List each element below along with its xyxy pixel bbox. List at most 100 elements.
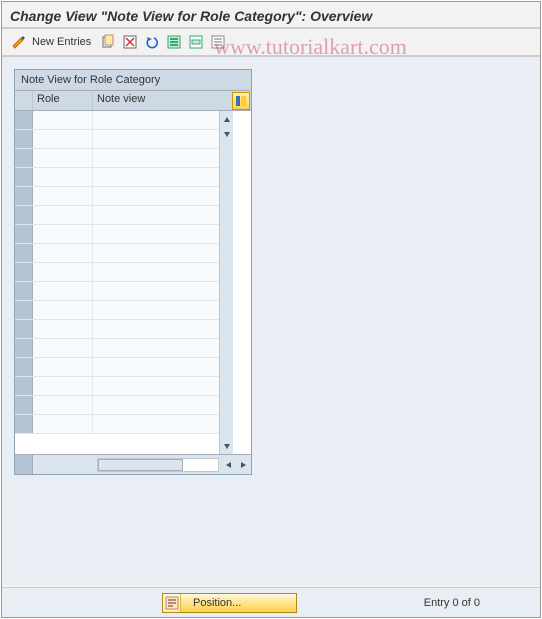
position-button[interactable]: Position... (162, 593, 297, 613)
cell-role[interactable] (33, 111, 93, 129)
row-selector[interactable] (15, 130, 33, 148)
row-selector[interactable] (15, 206, 33, 224)
table-row[interactable] (15, 301, 219, 320)
row-selector[interactable] (15, 282, 33, 300)
cell-note-view[interactable] (93, 415, 219, 433)
table-row[interactable] (15, 320, 219, 339)
content-area: Note View for Role Category Role Note vi… (2, 57, 540, 585)
table-row[interactable] (15, 377, 219, 396)
entry-count-text: Entry 0 of 0 (424, 597, 480, 609)
page-title: Change View "Note View for Role Category… (2, 2, 540, 29)
row-selector[interactable] (15, 149, 33, 167)
cell-role[interactable] (33, 244, 93, 262)
cell-note-view[interactable] (93, 301, 219, 319)
cell-note-view[interactable] (93, 244, 219, 262)
row-selector[interactable] (15, 320, 33, 338)
cell-role[interactable] (33, 358, 93, 376)
vertical-scrollbar[interactable] (219, 111, 233, 454)
table-row[interactable] (15, 111, 219, 130)
undo-change-icon[interactable] (143, 33, 161, 51)
row-selector[interactable] (15, 168, 33, 186)
row-selector[interactable] (15, 339, 33, 357)
cell-note-view[interactable] (93, 168, 219, 186)
cell-note-view[interactable] (93, 320, 219, 338)
cell-note-view[interactable] (93, 206, 219, 224)
cell-note-view[interactable] (93, 149, 219, 167)
cell-role[interactable] (33, 377, 93, 395)
cell-note-view[interactable] (93, 111, 219, 129)
table-row[interactable] (15, 282, 219, 301)
table-container: Note View for Role Category Role Note vi… (14, 69, 252, 475)
cell-role[interactable] (33, 206, 93, 224)
delete-icon[interactable] (121, 33, 139, 51)
row-selector[interactable] (15, 225, 33, 243)
cell-role[interactable] (33, 415, 93, 433)
cell-note-view[interactable] (93, 187, 219, 205)
table-row[interactable] (15, 244, 219, 263)
row-selector[interactable] (15, 187, 33, 205)
position-icon (163, 594, 181, 612)
cell-role[interactable] (33, 187, 93, 205)
cell-role[interactable] (33, 225, 93, 243)
table-row[interactable] (15, 415, 219, 434)
cell-note-view[interactable] (93, 225, 219, 243)
cell-role[interactable] (33, 282, 93, 300)
cell-role[interactable] (33, 130, 93, 148)
row-selector[interactable] (15, 396, 33, 414)
cell-note-view[interactable] (93, 396, 219, 414)
table-row[interactable] (15, 168, 219, 187)
cell-note-view[interactable] (93, 377, 219, 395)
row-selector[interactable] (15, 358, 33, 376)
table-row[interactable] (15, 358, 219, 377)
row-selector[interactable] (15, 111, 33, 129)
table-body (15, 111, 251, 454)
table-row[interactable] (15, 339, 219, 358)
copy-as-icon[interactable] (99, 33, 117, 51)
table-row[interactable] (15, 149, 219, 168)
hscroll-thumb[interactable] (98, 459, 183, 471)
scroll-down-small-icon[interactable] (221, 128, 233, 140)
select-all-icon[interactable] (165, 33, 183, 51)
cell-note-view[interactable] (93, 339, 219, 357)
new-entries-button[interactable]: New Entries (32, 36, 91, 48)
row-selector[interactable] (15, 244, 33, 262)
toolbar: New Entries (2, 29, 540, 57)
cell-role[interactable] (33, 396, 93, 414)
table-header: Role Note view (15, 91, 251, 111)
cell-role[interactable] (33, 339, 93, 357)
select-block-icon[interactable] (187, 33, 205, 51)
row-selector[interactable] (15, 377, 33, 395)
cell-note-view[interactable] (93, 282, 219, 300)
cell-note-view[interactable] (93, 358, 219, 376)
table-row[interactable] (15, 130, 219, 149)
cell-note-view[interactable] (93, 130, 219, 148)
column-header-role[interactable]: Role (33, 91, 93, 110)
table-row[interactable] (15, 225, 219, 244)
toggle-change-icon[interactable] (10, 33, 28, 51)
position-label: Position... (181, 597, 241, 609)
scroll-up-icon[interactable] (221, 114, 233, 126)
table-row[interactable] (15, 187, 219, 206)
horizontal-scrollbar[interactable] (15, 454, 251, 474)
table-title: Note View for Role Category (15, 70, 251, 91)
row-selector[interactable] (15, 415, 33, 433)
row-selector[interactable] (15, 263, 33, 281)
table-row[interactable] (15, 263, 219, 282)
scroll-right-icon[interactable] (237, 459, 249, 471)
hscroll-track[interactable] (97, 458, 219, 472)
cell-role[interactable] (33, 263, 93, 281)
cell-role[interactable] (33, 301, 93, 319)
cell-role[interactable] (33, 149, 93, 167)
table-settings-icon[interactable] (232, 92, 250, 110)
scroll-left-icon[interactable] (223, 459, 235, 471)
cell-note-view[interactable] (93, 263, 219, 281)
table-row[interactable] (15, 206, 219, 225)
cell-role[interactable] (33, 168, 93, 186)
scroll-down-icon[interactable] (221, 440, 233, 452)
cell-role[interactable] (33, 320, 93, 338)
column-header-note-view[interactable]: Note view (93, 91, 231, 110)
table-row[interactable] (15, 396, 219, 415)
row-selector[interactable] (15, 301, 33, 319)
footer-bar: Position... Entry 0 of 0 (2, 587, 540, 617)
deselect-all-icon[interactable] (209, 33, 227, 51)
